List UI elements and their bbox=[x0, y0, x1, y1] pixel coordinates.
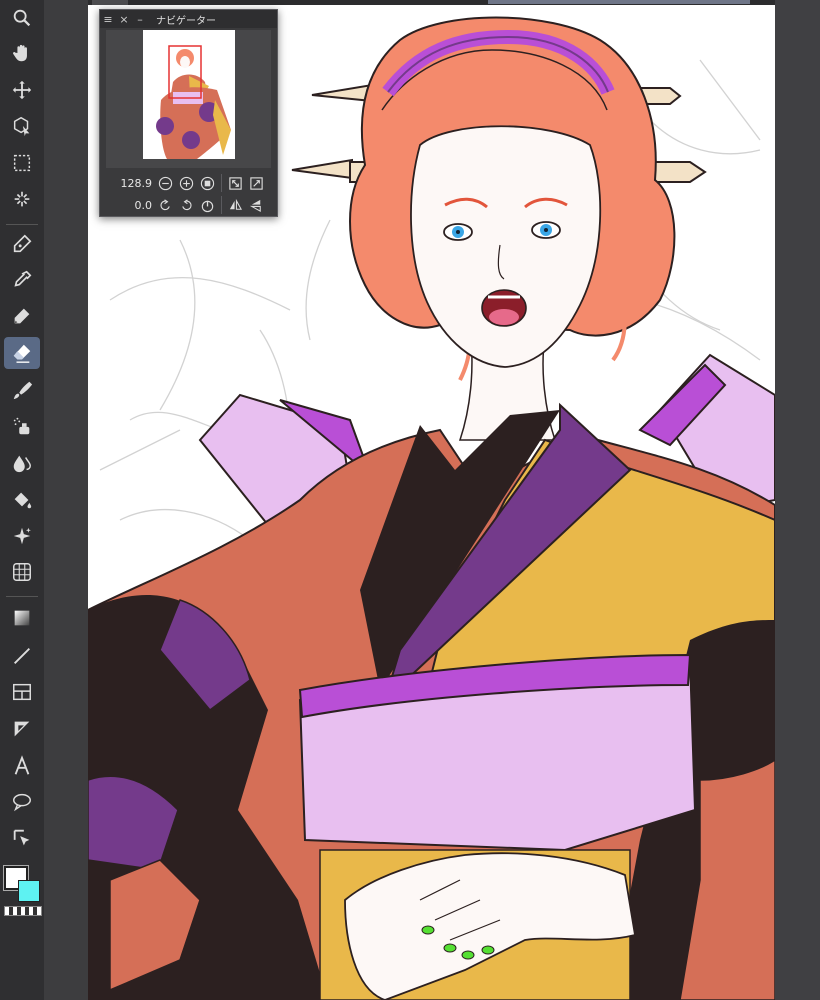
correct-line-icon[interactable] bbox=[4, 822, 40, 854]
zoom-out-icon[interactable] bbox=[155, 173, 176, 193]
eraser-icon[interactable] bbox=[4, 337, 40, 369]
navigator-panel[interactable]: ≡ × – ナビゲーター 128.9 0.0 bbox=[99, 9, 278, 217]
menu-icon[interactable]: ≡ bbox=[100, 13, 116, 26]
document-tab[interactable] bbox=[488, 0, 750, 4]
magic-wand-icon[interactable] bbox=[4, 184, 40, 216]
flip-vertical-icon[interactable] bbox=[246, 195, 267, 215]
tool-palette bbox=[0, 0, 44, 1000]
rotate-right-icon[interactable] bbox=[176, 195, 197, 215]
navigator-thumbnail[interactable] bbox=[143, 30, 235, 159]
right-panel bbox=[775, 0, 820, 1000]
mesh-icon[interactable] bbox=[4, 556, 40, 588]
navigator-title: ナビゲーター bbox=[156, 15, 216, 27]
transparent-color[interactable] bbox=[4, 906, 42, 916]
balloon-icon[interactable] bbox=[4, 786, 40, 818]
separator bbox=[221, 196, 222, 214]
zoom-value[interactable]: 128.9 bbox=[100, 177, 155, 190]
airbrush-icon[interactable] bbox=[4, 410, 40, 442]
zoom-row: 128.9 bbox=[100, 172, 277, 194]
rotation-value[interactable]: 0.0 bbox=[100, 199, 155, 212]
pen-icon[interactable] bbox=[4, 228, 40, 260]
separator bbox=[6, 224, 38, 225]
ruler-icon[interactable] bbox=[4, 713, 40, 745]
separator bbox=[221, 174, 222, 192]
flip-horizontal-icon[interactable] bbox=[225, 195, 246, 215]
brush-icon[interactable] bbox=[4, 374, 40, 406]
decoration-icon[interactable] bbox=[4, 520, 40, 552]
actual-size-icon[interactable] bbox=[246, 173, 267, 193]
selection-icon[interactable] bbox=[4, 147, 40, 179]
fit-screen-icon[interactable] bbox=[225, 173, 246, 193]
separator bbox=[6, 596, 38, 597]
color-swatches[interactable] bbox=[0, 862, 44, 920]
eyedropper-icon[interactable] bbox=[4, 264, 40, 296]
hand-icon[interactable] bbox=[4, 37, 40, 69]
reset-rotation-icon[interactable] bbox=[197, 195, 218, 215]
object-icon[interactable] bbox=[4, 110, 40, 142]
minimize-icon[interactable]: – bbox=[132, 13, 148, 26]
navigator-controls: 128.9 0.0 bbox=[100, 172, 277, 216]
command-bar bbox=[44, 0, 128, 1000]
line-icon[interactable] bbox=[4, 640, 40, 672]
navigator-title-bar[interactable]: ≡ × – ナビゲーター bbox=[100, 10, 277, 28]
sub-color[interactable] bbox=[18, 880, 40, 902]
move-icon[interactable] bbox=[4, 74, 40, 106]
zoom-in-icon[interactable] bbox=[176, 173, 197, 193]
rotation-row: 0.0 bbox=[100, 194, 277, 216]
text-icon[interactable] bbox=[4, 750, 40, 782]
gradient-icon[interactable] bbox=[4, 602, 40, 634]
frame-icon[interactable] bbox=[4, 676, 40, 708]
fit-window-icon[interactable] bbox=[197, 173, 218, 193]
pencil-icon[interactable] bbox=[4, 300, 40, 332]
fill-icon[interactable] bbox=[4, 484, 40, 516]
close-icon[interactable]: × bbox=[116, 13, 132, 26]
blend-icon[interactable] bbox=[4, 447, 40, 479]
rotate-left-icon[interactable] bbox=[155, 195, 176, 215]
zoom-icon[interactable] bbox=[4, 2, 40, 34]
navigator-preview[interactable] bbox=[106, 30, 271, 168]
